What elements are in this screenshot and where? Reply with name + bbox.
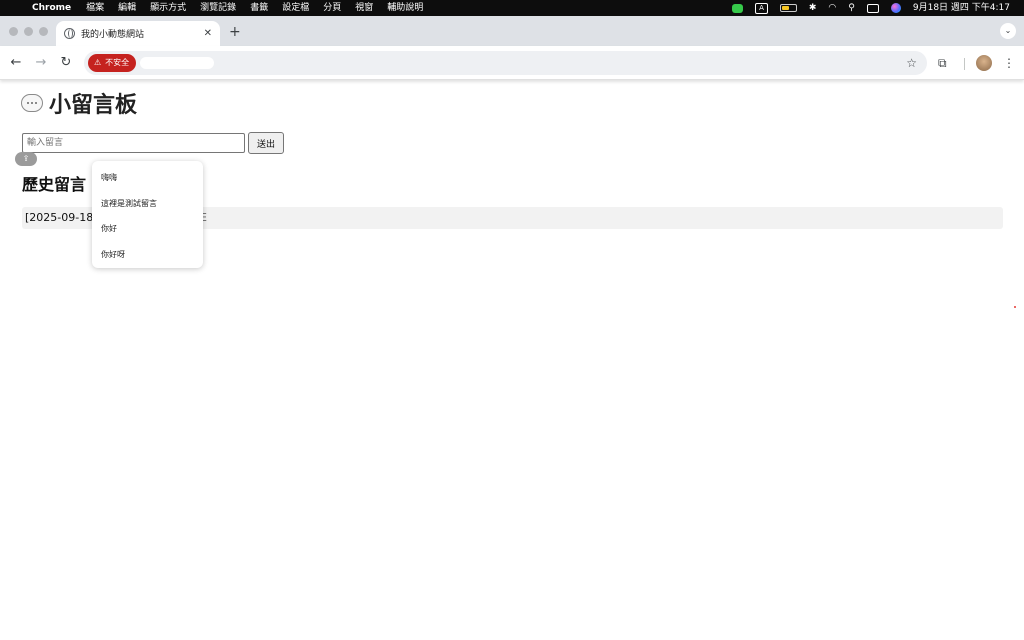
close-window-icon[interactable]	[9, 27, 18, 36]
line-app-icon	[732, 3, 744, 13]
menu-app-name[interactable]: Chrome	[26, 0, 79, 16]
chrome-menu-kebab-icon[interactable]: ⋮	[1003, 55, 1015, 71]
control-center-icon	[866, 3, 879, 13]
page-heading: 小留言板	[21, 87, 137, 119]
autocomplete-dropdown: 嗨嗨 這裡是測試留言 你好 你好呀	[92, 161, 203, 268]
siri-icon	[890, 3, 901, 13]
warning-triangle-icon: ⚠	[94, 58, 102, 67]
battery-status[interactable]	[774, 4, 803, 12]
tab-search-chevron-icon[interactable]: ⌄	[1000, 23, 1016, 39]
battery-icon	[779, 4, 797, 12]
autocomplete-option[interactable]: 這裡是測試留言	[92, 191, 203, 217]
globe-icon	[64, 28, 75, 39]
menu-view[interactable]: 顯示方式	[143, 0, 193, 16]
status-area: A ✱ ◠ ⚲ 9月18日 週四 下午4:17	[726, 0, 1016, 16]
menu-help[interactable]: 輔助說明	[380, 0, 430, 16]
tab-close-icon[interactable]: ✕	[204, 28, 212, 39]
reload-icon[interactable]: ↻	[57, 54, 75, 72]
forward-arrow-icon[interactable]: →	[32, 54, 50, 72]
extensions-puzzle-icon[interactable]: ⧉	[938, 56, 947, 70]
toolbar-divider	[964, 58, 965, 70]
back-arrow-icon[interactable]: ←	[7, 54, 25, 72]
input-source[interactable]: A	[749, 2, 774, 14]
menu-edit[interactable]: 編輯	[111, 0, 143, 16]
menu-history[interactable]: 瀏覽記錄	[193, 0, 243, 16]
cursor-dot	[1014, 306, 1016, 308]
input-source-icon: A	[755, 2, 768, 14]
mac-menubar: Chrome 檔案 編輯 顯示方式 瀏覽記錄 書籤 設定檔 分頁 視窗 輔助說明…	[0, 0, 1024, 16]
message-input[interactable]	[22, 133, 245, 153]
chrome-tab-strip: 我的小動態網站 ✕ + ⌄	[0, 16, 1024, 46]
profile-avatar[interactable]	[976, 55, 992, 71]
speech-bubble-icon	[21, 94, 43, 112]
menu-tab[interactable]: 分頁	[316, 0, 348, 16]
spotlight-search-icon[interactable]: ⚲	[842, 0, 861, 16]
line-status[interactable]	[726, 3, 749, 13]
window-controls	[9, 27, 48, 36]
bluetooth-icon[interactable]: ✱	[803, 0, 823, 16]
autocomplete-option[interactable]: 你好呀	[92, 242, 203, 268]
menu-bookmarks[interactable]: 書籤	[243, 0, 275, 16]
history-title: 歷史留言	[22, 175, 87, 194]
autocomplete-option[interactable]: 你好	[92, 216, 203, 242]
not-secure-label: 不安全	[105, 58, 130, 67]
url-text-redacted[interactable]	[140, 57, 214, 69]
siri[interactable]	[885, 3, 907, 13]
page-content: 小留言板 送出 ⇪ 歷史留言 [2025-09-18 0E 嗨嗨 這裡是測試留言…	[0, 80, 1024, 640]
minimize-window-icon[interactable]	[24, 27, 33, 36]
battery-level-fill	[781, 6, 789, 10]
tab-title: 我的小動態網站	[81, 30, 145, 40]
menubar-clock[interactable]: 9月18日 週四 下午4:17	[907, 0, 1016, 16]
menu-profiles[interactable]: 設定檔	[275, 0, 316, 16]
page-title: 小留言板	[49, 93, 138, 118]
send-button[interactable]: 送出	[248, 132, 284, 154]
menu-file[interactable]: 檔案	[79, 0, 111, 16]
address-bar[interactable]: ⚠ 不安全 ☆	[84, 51, 927, 75]
autofill-key-icon[interactable]: ⇪	[15, 152, 37, 166]
autocomplete-option[interactable]: 嗨嗨	[92, 165, 203, 191]
bookmark-star-icon[interactable]: ☆	[906, 54, 917, 72]
control-center[interactable]	[861, 3, 885, 13]
menu-window[interactable]: 視窗	[348, 0, 380, 16]
wifi-icon[interactable]: ◠	[822, 0, 842, 16]
not-secure-badge[interactable]: ⚠ 不安全	[88, 54, 137, 72]
zoom-window-icon[interactable]	[39, 27, 48, 36]
tab-active[interactable]: 我的小動態網站 ✕	[56, 21, 220, 46]
chrome-toolbar: ← → ↻ ⚠ 不安全 ☆ ⧉ ⋮	[0, 46, 1024, 80]
new-tab-button[interactable]: +	[229, 24, 241, 40]
